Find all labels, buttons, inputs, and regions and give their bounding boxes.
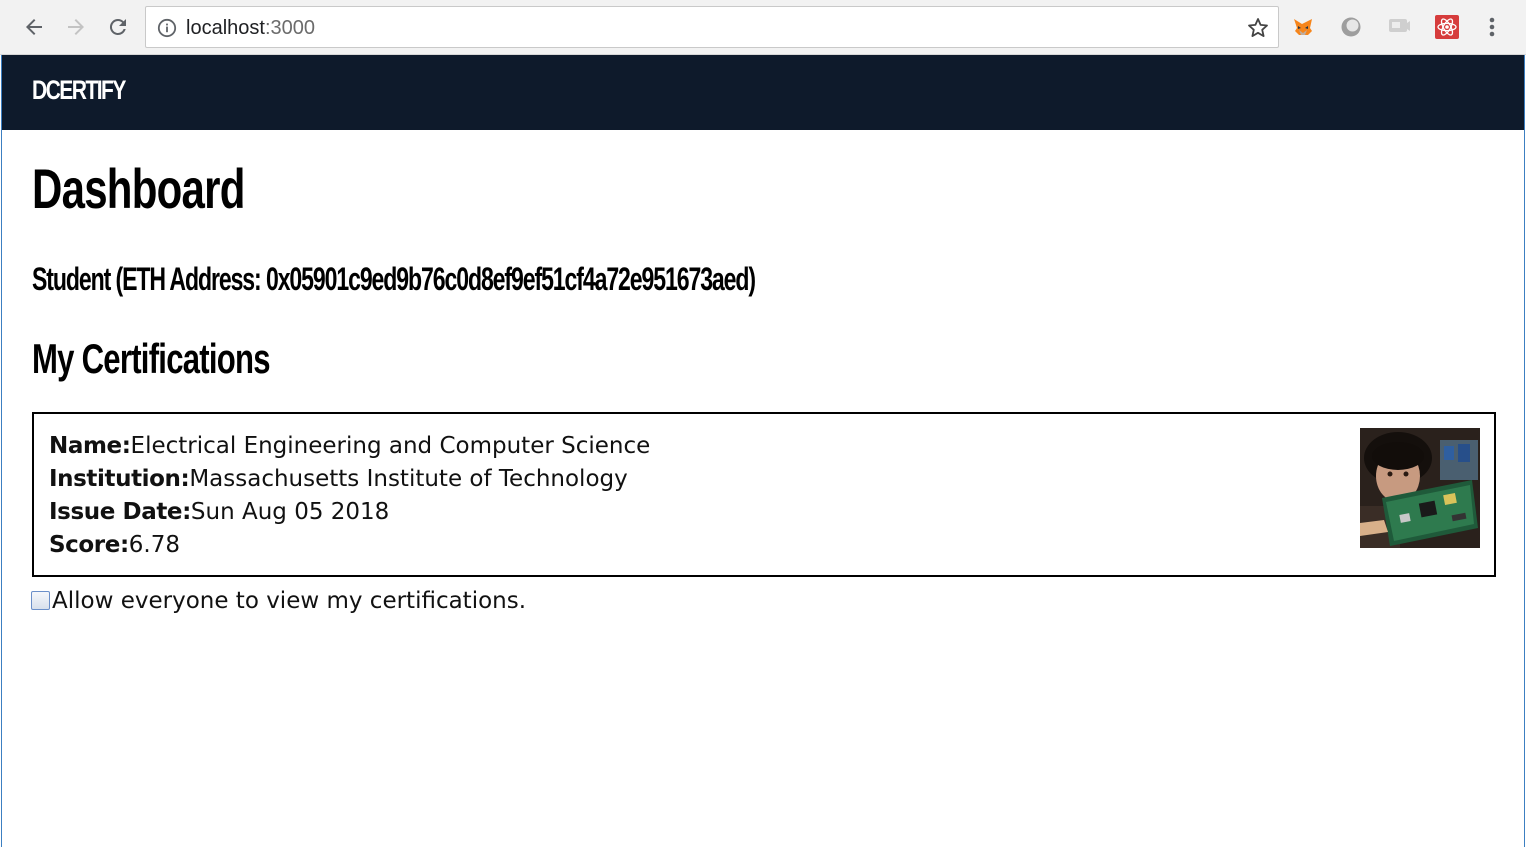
page-content: DCERTIFY Dashboard Student (ETH Address:… bbox=[1, 55, 1525, 847]
cert-name-value: Electrical Engineering and Computer Scie… bbox=[130, 433, 651, 459]
certification-fields: Name:Electrical Engineering and Computer… bbox=[49, 430, 650, 562]
cert-name-row: Name:Electrical Engineering and Computer… bbox=[49, 430, 650, 463]
arrow-left-icon bbox=[26, 19, 42, 35]
info-icon[interactable] bbox=[157, 18, 177, 38]
back-button[interactable] bbox=[19, 12, 49, 42]
cert-score-row: Score:6.78 bbox=[49, 529, 650, 562]
share-checkbox[interactable] bbox=[31, 591, 50, 610]
student-address-heading: Student (ETH Address: 0x05901c9ed9b76c0d… bbox=[32, 261, 756, 297]
cast-extension-icon[interactable] bbox=[1386, 14, 1412, 40]
page-title: Dashboard bbox=[32, 157, 245, 220]
share-checkbox-label[interactable]: Allow everyone to view my certifications… bbox=[52, 587, 526, 615]
certification-card: Name:Electrical Engineering and Computer… bbox=[32, 412, 1496, 577]
reload-button[interactable] bbox=[103, 12, 133, 42]
browser-toolbar: localhost:3000 bbox=[0, 0, 1526, 55]
metamask-fox-icon[interactable] bbox=[1290, 14, 1316, 40]
cert-institution-value: Massachusetts Institute of Technology bbox=[189, 466, 628, 492]
student-photo bbox=[1360, 428, 1480, 548]
student-photo-illustration bbox=[1360, 428, 1480, 548]
cert-score-label: Score: bbox=[49, 532, 129, 558]
cert-institution-row: Institution:Massachusetts Institute of T… bbox=[49, 463, 650, 496]
url-host: localhost bbox=[186, 17, 265, 39]
circle-extension-icon[interactable] bbox=[1338, 14, 1364, 40]
certifications-heading: My Certifications bbox=[32, 335, 271, 382]
cert-issue-date-value: Sun Aug 05 2018 bbox=[190, 499, 390, 525]
cert-name-label: Name: bbox=[49, 433, 131, 459]
address-bar[interactable]: localhost:3000 bbox=[145, 6, 1279, 48]
react-devtools-icon[interactable] bbox=[1434, 14, 1460, 40]
arrow-right-icon bbox=[68, 19, 84, 35]
forward-button[interactable] bbox=[61, 12, 91, 42]
cert-institution-label: Institution: bbox=[49, 466, 190, 492]
brand-logo[interactable]: DCERTIFY bbox=[32, 75, 126, 106]
bookmark-star-icon[interactable] bbox=[1246, 16, 1270, 40]
cert-issue-date-row: Issue Date:Sun Aug 05 2018 bbox=[49, 496, 650, 529]
cert-score-value: 6.78 bbox=[128, 532, 180, 558]
reload-icon bbox=[109, 18, 126, 35]
cert-issue-date-label: Issue Date: bbox=[49, 499, 191, 525]
url-port: :3000 bbox=[264, 17, 315, 39]
kebab-menu-icon[interactable] bbox=[1482, 14, 1502, 40]
top-navbar: DCERTIFY bbox=[2, 55, 1524, 130]
url-text[interactable]: localhost:3000 bbox=[186, 17, 315, 39]
